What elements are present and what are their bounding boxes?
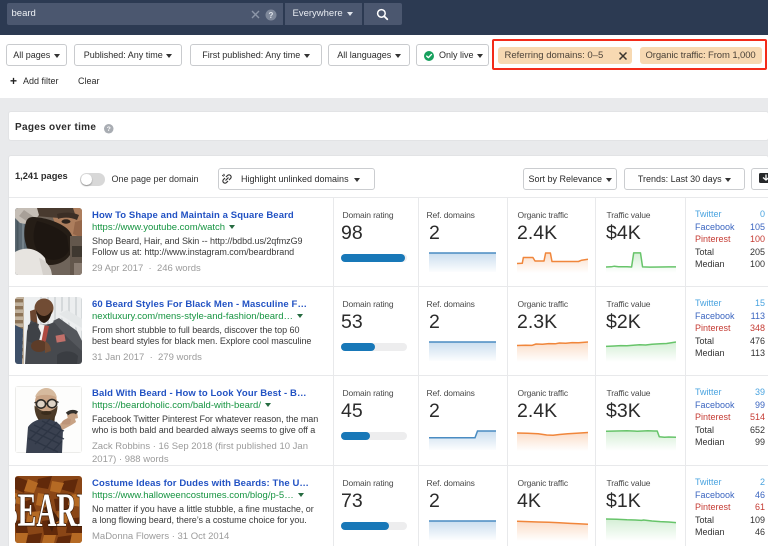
svg-text:BEARD: BEARD — [15, 484, 82, 537]
svg-text:?: ? — [107, 126, 111, 133]
svg-text:?: ? — [269, 10, 274, 19]
